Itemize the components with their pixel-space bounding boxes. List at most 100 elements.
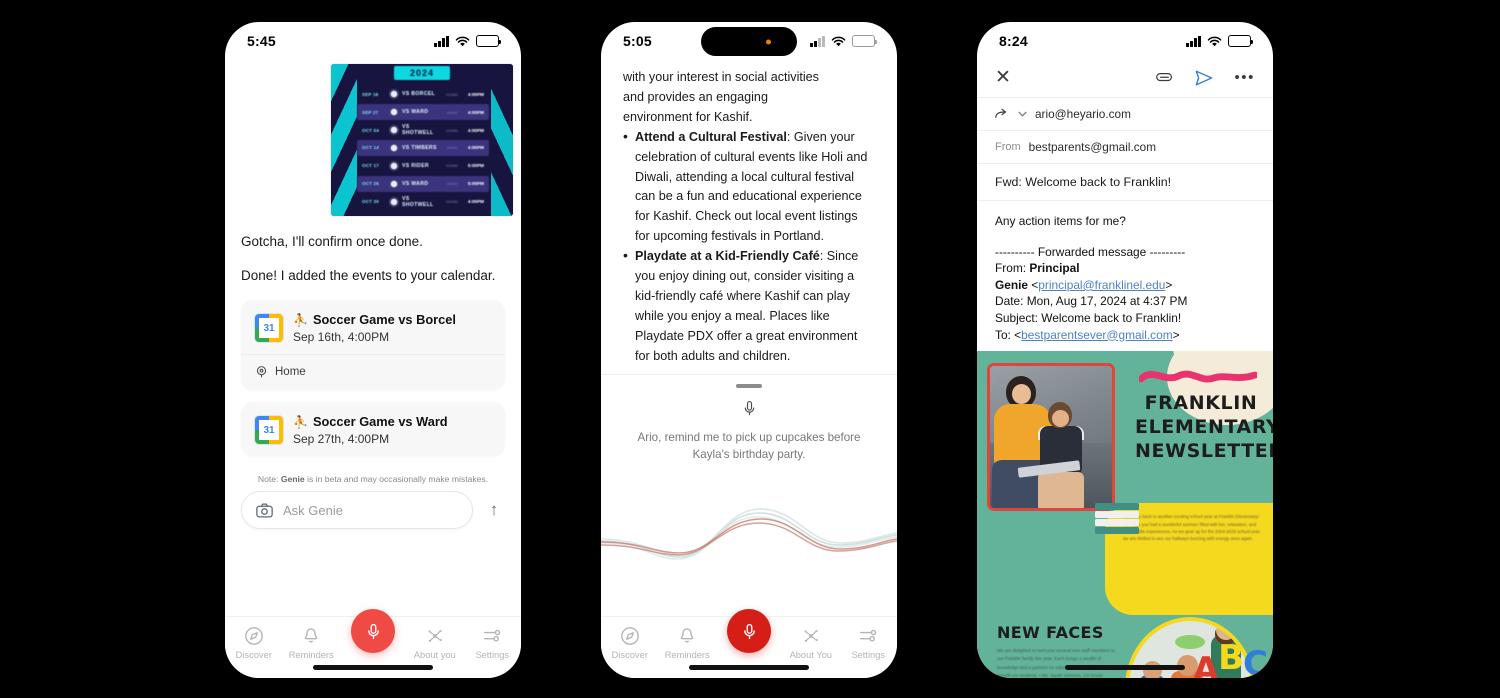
microphone-icon [741,399,758,423]
from-row[interactable]: From bestparents@gmail.com [977,130,1273,163]
status-indicators [434,35,502,47]
event-card[interactable]: 31 ⛹ Soccer Game vs Borcel Sep 16th, 4:0… [241,300,505,390]
tab-label: Settings [851,650,886,660]
sport-emoji-icon: ⛹ [293,414,308,429]
microphone-button[interactable] [351,609,395,653]
newsletter-intro-text: Welcome back to another exciting school … [1123,514,1261,542]
sidebar-item-settings[interactable]: Settings [840,626,897,660]
audio-waveform [601,507,897,560]
schedule-opponent: VS SHOTWELL [402,124,434,137]
recipient-row[interactable]: ario@heyario.com [977,97,1273,130]
event-title-row: ⛹ Soccer Game vs Ward [293,414,448,429]
subject-field[interactable]: Fwd: Welcome back to Franklin! [977,163,1273,201]
newsletter-section-heading: NEW FACES [997,623,1104,643]
event-card[interactable]: 31 ⛹ Soccer Game vs Ward Sep 27th, 4:00P… [241,402,505,456]
schedule-venue: AWAY [446,145,458,151]
battery-low-icon [852,35,878,47]
compass-icon [620,627,639,645]
table-row: OCT 14 VS TIMBERS AWAY 4:00PM [357,139,489,157]
tab-label: About you [413,650,456,660]
newsletter-title: FRANKLIN ELEMENTARY NEWSLETTER [1135,392,1273,463]
schedule-year: 2024 [393,66,451,80]
table-row: SEP 27 VS WARD AWAY 4:00PM [357,103,489,121]
mail-action-bar: ✕ ••• [977,60,1273,97]
schedule-time: 4:00PM [467,145,484,151]
soccer-schedule-image[interactable]: 2024 SEP 16 VS BORCEL HOME 4:00PM SEP 27 [331,64,513,216]
schedule-opponent: VS SHOTWELL [402,195,434,208]
tab-label: Discover [235,650,272,660]
team-logo-icon [386,107,402,118]
composer-bar: Ask Genie ↑ [225,491,521,543]
letter-c: C [1243,644,1268,678]
event-card-main: 31 ⛹ Soccer Game vs Ward Sep 27th, 4:00P… [241,402,505,456]
google-calendar-icon: 31 [255,416,283,444]
sliders-icon [860,629,877,642]
phone1-screen: 2024 SEP 16 VS BORCEL HOME 4:00PM SEP 27 [225,60,521,678]
body-question: Any action items for me? [995,214,1126,228]
schedule-venue: HOME [446,91,458,97]
sidebar-item-reminders[interactable]: Reminders [658,626,715,660]
send-button[interactable]: ↑ [483,500,505,520]
paperclip-icon[interactable] [1155,70,1174,85]
sliders-icon [484,629,501,642]
assistant-message: Gotcha, I'll confirm once done. [241,234,423,249]
beta-note-suffix: is in beta and may occasionally make mis… [304,474,489,484]
battery-full-icon [476,35,502,47]
event-title: Soccer Game vs Ward [312,414,448,429]
sender-email-link[interactable]: principal@franklinel.edu [1038,278,1165,292]
compass-icon [244,627,263,645]
sidebar-item-settings[interactable]: Settings [464,626,521,660]
sidebar-item-about-you[interactable]: About you [406,626,463,660]
more-options-icon[interactable]: ••• [1234,70,1255,85]
bell-icon [680,628,694,643]
team-logo-icon [386,142,402,153]
nodes-icon [428,630,442,642]
forwarded-divider: ---------- Forwarded message --------- [995,244,1186,259]
sheet-grabber[interactable] [736,383,762,388]
schedule-opponent: VS TIMBERS [402,144,437,151]
from-prefix: From: [995,261,1030,276]
ask-genie-input[interactable]: Ask Genie [241,491,473,529]
team-logo-icon [386,125,402,136]
team-logo-icon [386,160,402,171]
to-email-link[interactable]: bestparentsever@gmail.com [1021,328,1173,342]
suggestion-list: Attend a Cultural Festival: Given your c… [623,127,875,367]
sidebar-item-discover[interactable]: Discover [601,626,658,660]
letter-b: B [1218,638,1244,678]
beta-note-prefix: Note: [257,474,281,484]
paragraph-line: environment for Kashif. [623,109,753,124]
list-item: Attend a Cultural Festival: Given your c… [623,127,875,247]
newsletter-image[interactable]: FRANKLIN ELEMENTARY NEWSLETTER Welcome b… [977,351,1273,678]
chevron-down-icon[interactable] [1018,111,1027,117]
suggestion-title: Playdate at a Kid-Friendly Café [635,249,820,264]
beta-note-brand: Genie [280,474,305,484]
phone-3-email-compose: 8:24 ✕ ••• ario@heyario.com From bestpar… [977,22,1273,678]
recipient-email: ario@heyario.com [1035,107,1131,121]
dynamic-island [701,27,797,56]
sidebar-item-about-you[interactable]: About You [782,626,839,660]
event-card-main: 31 ⛹ Soccer Game vs Borcel Sep 16th, 4:0… [241,300,505,354]
email-body[interactable]: Any action items for me? ---------- Forw… [977,201,1273,351]
microphone-button[interactable] [727,609,771,653]
event-location: Home [275,365,306,378]
bell-icon [304,628,318,643]
send-arrow-icon[interactable] [1194,69,1214,87]
paragraph-line: with your interest in social activities [623,70,819,84]
calendar-day-number: 31 [259,420,279,440]
schedule-time: 4:00PM [467,91,484,97]
team-logo-icon [386,196,402,207]
event-title: Soccer Game vs Borcel [312,312,456,327]
suggestion-text: : Given your celebration of cultural eve… [635,129,868,244]
sidebar-item-reminders[interactable]: Reminders [282,626,339,660]
phone1-status-bar: 5:45 [225,22,521,60]
tab-label: About You [789,650,832,660]
calendar-day-number: 31 [259,318,279,338]
schedule-venue: AWAY [446,181,458,187]
nodes-icon [804,630,818,642]
schedule-date: OCT 26 [362,181,379,187]
close-icon[interactable]: ✕ [995,68,1011,87]
sidebar-item-discover[interactable]: Discover [225,626,282,660]
schedule-date: SEP 27 [362,109,379,115]
forwarded-from-line: From: Principal Genie <principal@frankli… [995,261,1173,292]
